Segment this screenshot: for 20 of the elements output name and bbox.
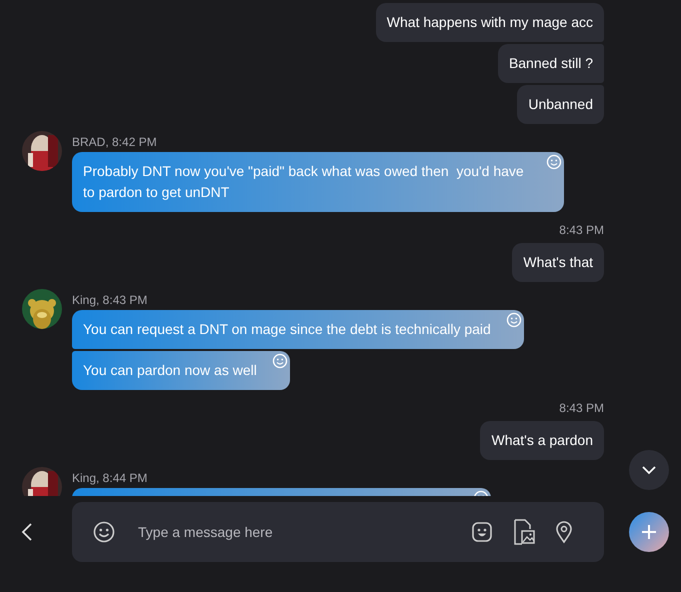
message-bubble: Banned still ? <box>498 44 604 83</box>
location-pin-icon[interactable] <box>554 520 574 544</box>
sender-name-time: King, 8:44 PM <box>72 471 148 485</box>
message-bubble: Probably DNT now you've "paid" back what was owed then you'd have to pardon to get unDNT <box>72 152 564 212</box>
message-bubble: You can pardon now as well <box>72 351 290 390</box>
message-input[interactable]: Type a message here <box>136 523 452 541</box>
sender-name-time: BRAD, 8:42 PM <box>72 135 157 149</box>
sender-name-time: King, 8:43 PM <box>72 293 148 307</box>
message-bubble: What happens with my mage acc <box>376 3 604 42</box>
message-bubble: What's that <box>512 243 604 282</box>
image-file-icon[interactable] <box>512 519 536 545</box>
message-time: 8:43 PM <box>559 223 604 237</box>
message-bubble: Unbanned <box>517 85 604 124</box>
message-time: 8:43 PM <box>559 401 604 415</box>
chevron-left-icon <box>20 522 34 542</box>
message-bubble: You can request a DNT on mage since the debt is technically paid <box>72 310 524 349</box>
sticker-icon[interactable] <box>470 520 494 544</box>
message-bubble: What's a pardon <box>480 421 604 460</box>
add-button[interactable] <box>629 512 669 552</box>
plus-icon <box>640 523 658 541</box>
